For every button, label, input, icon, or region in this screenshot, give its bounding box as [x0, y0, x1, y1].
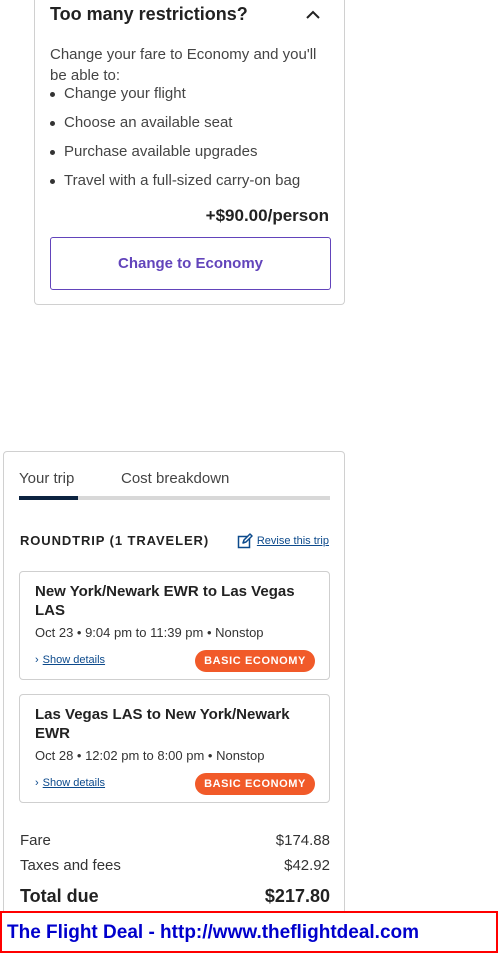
fare-label: Fare — [20, 832, 51, 849]
edit-icon — [237, 533, 253, 549]
flight-segment-outbound: New York/Newark EWR to Las Vegas LAS Oct… — [19, 571, 330, 680]
show-details-label: Show details — [42, 777, 106, 789]
fare-class-badge: BASIC ECONOMY — [195, 650, 315, 672]
chevron-right-icon: › — [35, 653, 39, 666]
trip-tabs: Your trip Cost breakdown — [19, 470, 330, 500]
flight-route: New York/Newark EWR to Las Vegas LAS — [35, 583, 295, 619]
tab-active-indicator — [19, 496, 78, 500]
trip-summary-card: Your trip Cost breakdown ROUNDTRIP (1 TR… — [3, 451, 345, 931]
fare-value: $174.88 — [275, 832, 330, 849]
flight-route: Las Vegas LAS to New York/Newark EWR — [35, 706, 290, 742]
total-row: Total due $217.80 — [20, 886, 330, 910]
trip-heading: ROUNDTRIP (1 TRAVELER) — [20, 533, 210, 548]
flight-times: Oct 23 • 9:04 pm to 11:39 pm • Nonstop — [35, 625, 264, 640]
benefit-item: Change your flight — [50, 84, 335, 113]
taxes-row: Taxes and fees $42.92 — [20, 857, 330, 877]
total-label: Total due — [20, 886, 99, 906]
flight-segment-return: Las Vegas LAS to New York/Newark EWR Oct… — [19, 694, 330, 803]
restrictions-intro: Change your fare to Economy and you'll b… — [50, 46, 317, 84]
show-details-link[interactable]: › Show details — [35, 654, 105, 666]
benefit-item: Travel with a full-sized carry-on bag — [50, 171, 335, 200]
benefits-list: Change your flight Choose an available s… — [50, 84, 335, 200]
flight-times: Oct 28 • 12:02 pm to 8:00 pm • Nonstop — [35, 748, 265, 763]
tab-your-trip[interactable]: Your trip — [19, 470, 74, 487]
taxes-value: $42.92 — [284, 857, 330, 874]
tab-cost-breakdown[interactable]: Cost breakdown — [121, 470, 229, 487]
fare-row: Fare $174.88 — [20, 832, 330, 852]
show-details-label: Show details — [42, 654, 106, 666]
banner-text: The Flight Deal - http://www.theflightde… — [7, 922, 420, 943]
restrictions-title: Too many restrictions? — [50, 4, 248, 24]
show-details-link[interactable]: › Show details — [35, 777, 105, 789]
benefit-item: Purchase available upgrades — [50, 142, 335, 171]
total-value: $217.80 — [264, 886, 330, 906]
change-to-economy-button[interactable]: Change to Economy — [50, 237, 331, 290]
fare-class-badge: BASIC ECONOMY — [195, 773, 315, 795]
upgrade-price: +$90.00/person — [205, 206, 329, 225]
revise-trip-link[interactable]: Revise this trip — [237, 533, 329, 549]
watermark-banner: The Flight Deal - http://www.theflightde… — [0, 911, 498, 953]
restrictions-header[interactable]: Too many restrictions? — [50, 4, 330, 28]
benefit-item: Choose an available seat — [50, 113, 335, 142]
revise-trip-label: Revise this trip — [256, 535, 329, 547]
chevron-right-icon: › — [35, 776, 39, 789]
chevron-up-icon[interactable] — [304, 6, 322, 24]
restrictions-card: Too many restrictions? Change your fare … — [34, 0, 345, 305]
taxes-label: Taxes and fees — [20, 857, 121, 874]
